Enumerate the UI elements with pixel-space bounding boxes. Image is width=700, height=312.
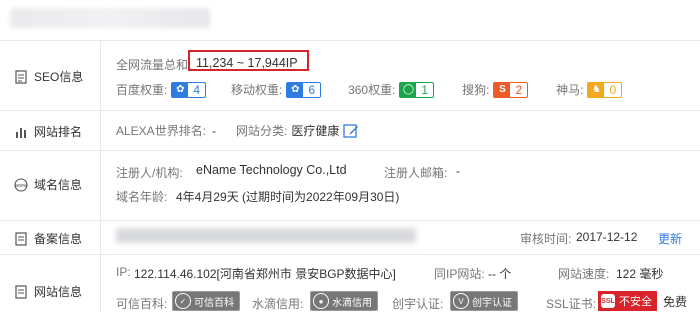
section-label: SEO信息 [34, 70, 84, 84]
v-shield-icon: V [453, 293, 469, 309]
column-divider [100, 40, 101, 312]
kexin-badge[interactable]: ✓ 可信百科 [172, 291, 240, 311]
alexa-label: ALEXA世界排名: [116, 124, 207, 138]
kexin-label: 可信百科: [116, 297, 168, 311]
baidu-paw-icon: ✿ [287, 82, 304, 97]
rank-row: ALEXA世界排名: - 网站分类: 医疗健康 [116, 122, 359, 139]
section-domain: www 域名信息 [14, 176, 82, 193]
review-time-label: 审核时间: [520, 232, 572, 246]
document-icon [14, 69, 28, 84]
section-site: 网站信息 [14, 283, 82, 300]
same-ip-value: -- 个 [488, 267, 512, 281]
shenma-badge[interactable]: ♞ 0 [587, 81, 623, 98]
mobile-weight-badge[interactable]: ✿ 6 [286, 81, 322, 98]
ssl-lock-icon: SSL [601, 294, 615, 308]
section-label: 备案信息 [34, 232, 83, 246]
section-label: 网站信息 [34, 285, 83, 299]
sogou-logo-icon: S [494, 82, 511, 97]
category-label: 网站分类: [236, 124, 288, 138]
edit-icon[interactable] [343, 123, 359, 139]
site-speed-value: 122 毫秒 [616, 267, 664, 281]
www-icon: www [14, 177, 28, 192]
ssl-label: SSL证书: [546, 297, 597, 311]
sogou-badge[interactable]: S 2 [493, 81, 529, 98]
baidu-weight-badge[interactable]: ✿ 4 [171, 81, 207, 98]
ip-value: 122.114.46.102[河南省郑州市 景安BGP数据中心] [134, 267, 396, 281]
blurred-header [10, 8, 210, 28]
section-beian: 备案信息 [14, 230, 82, 247]
shuidi-label: 水滴信用: [252, 297, 304, 311]
baidu-paw-icon: ✿ [172, 82, 189, 97]
ip-label: IP: [116, 265, 131, 279]
svg-text:www: www [15, 183, 27, 189]
divider [0, 40, 700, 41]
review-time-value: 2017-12-12 [576, 230, 638, 244]
registrant-label: 注册人/机构: [116, 166, 183, 180]
360-weight-badge[interactable]: ◯ 1 [399, 81, 435, 98]
shuidi-badge[interactable]: ● 水滴信用 [310, 291, 378, 311]
sogou-label: 搜狗: [462, 83, 490, 97]
chuangyu-label: 创宇认证: [392, 297, 444, 311]
mobile-weight-label: 移动权重: [231, 83, 283, 97]
divider [0, 220, 700, 221]
category-value: 医疗健康 [291, 124, 340, 138]
traffic-label: 全网流量总和: [116, 58, 192, 72]
document-icon [14, 231, 28, 246]
update-link[interactable]: 更新 [658, 230, 682, 247]
ssl-free-text: 免费 [663, 294, 688, 309]
blurred-beian-info [116, 228, 416, 243]
360-logo-icon: ◯ [400, 82, 417, 97]
ssl-badge[interactable]: SSL 不安全 免费 [598, 291, 687, 311]
shenma-logo-icon: ♞ [588, 82, 605, 97]
highlight-box [188, 50, 309, 71]
site-speed-label: 网站速度: [558, 267, 610, 281]
weights-row: 百度权重: ✿ 4 移动权重: ✿ 6 360权重: ◯ 1 搜狗: S 2 神… [116, 81, 623, 98]
bar-chart-icon [14, 125, 28, 139]
section-label: 网站排名 [34, 125, 83, 139]
water-drop-icon: ● [313, 293, 329, 309]
shenma-label: 神马: [556, 83, 584, 97]
alexa-value: - [212, 123, 217, 138]
registrant-email-label: 注册人邮箱: [384, 166, 448, 180]
section-rank: 网站排名 [14, 123, 82, 140]
section-label: 域名信息 [34, 178, 83, 192]
360-weight-label: 360权重: [348, 83, 396, 97]
domain-age-label: 域名年龄: [116, 190, 168, 204]
divider [0, 110, 700, 111]
divider [0, 150, 700, 151]
chuangyu-badge[interactable]: V 创宇认证 [450, 291, 518, 311]
domain-age-value: 4年4月29天 (过期时间为2022年09月30日) [176, 190, 400, 204]
shield-icon: ✓ [175, 293, 191, 309]
registrant-value: eName Technology Co.,Ltd [196, 163, 347, 177]
same-ip-label: 同IP网站: [434, 267, 485, 281]
document-icon [14, 284, 28, 299]
divider [0, 254, 700, 255]
baidu-weight-label: 百度权重: [116, 83, 168, 97]
registrant-email-value: - [456, 164, 460, 178]
section-seo: SEO信息 [14, 68, 83, 85]
